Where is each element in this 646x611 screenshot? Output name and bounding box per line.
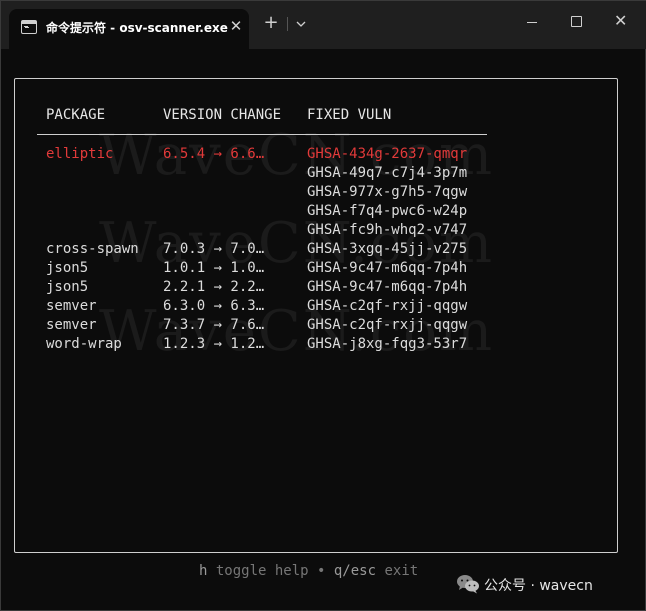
header-package: PACKAGE <box>46 107 106 123</box>
new-tab-button[interactable]: + <box>261 13 281 33</box>
cell-fixed-vuln: GHSA-fc9h-whq2-v747 <box>307 222 468 238</box>
cell-fixed-vuln: GHSA-f7q4-pwc6-w24p <box>307 203 468 219</box>
terminal-icon <box>21 20 37 34</box>
minimize-button[interactable] <box>509 1 555 41</box>
cell-fixed-vuln: GHSA-9c47-m6qq-7p4h <box>307 279 468 295</box>
cell-package: semver <box>46 298 97 314</box>
exit-text: exit <box>376 563 419 579</box>
header-version-change: VERSION CHANGE <box>163 107 282 123</box>
chevron-down-icon[interactable] <box>293 17 309 31</box>
cell-version-change: 6.3.0 → 6.3… <box>163 298 265 314</box>
cell-package: word-wrap <box>46 336 122 352</box>
close-button[interactable]: ✕ <box>599 1 645 41</box>
cell-version-change: 7.0.3 → 7.0… <box>163 241 265 257</box>
cell-fixed-vuln: GHSA-49q7-c7j4-3p7m <box>307 165 468 181</box>
cell-package: elliptic <box>46 146 114 162</box>
tab-close-button[interactable]: ✕ <box>228 18 244 34</box>
cell-version-change: 2.2.1 → 2.2… <box>163 279 265 295</box>
close-icon: ✕ <box>614 11 628 30</box>
cell-version-change: 7.3.7 → 7.6… <box>163 317 265 333</box>
title-bar: 命令提示符 - osv-scanner.exe ✕ + ✕ <box>1 1 646 49</box>
cell-fixed-vuln: GHSA-c2qf-rxjj-qqgw <box>307 298 468 314</box>
cell-version-change: 6.5.4 → 6.6… <box>163 146 265 162</box>
cell-package: cross-spawn <box>46 241 139 257</box>
tab-command-prompt[interactable]: 命令提示符 - osv-scanner.exe ✕ <box>9 9 249 49</box>
header-divider <box>37 134 487 135</box>
cell-fixed-vuln: GHSA-434g-2637-qmqr <box>307 146 468 162</box>
tab-title: 命令提示符 - osv-scanner.exe <box>46 21 228 35</box>
exit-key[interactable]: q/esc <box>325 563 376 579</box>
help-text: toggle help <box>207 563 318 579</box>
cell-fixed-vuln: GHSA-j8xg-fqg3-53r7 <box>307 336 468 352</box>
cell-package: json5 <box>46 260 89 276</box>
wechat-icon <box>457 575 479 594</box>
header-fixed-vuln: FIXED VULN <box>307 107 392 123</box>
cell-package: json5 <box>46 279 89 295</box>
cell-fixed-vuln: GHSA-977x-g7h5-7qgw <box>307 184 468 200</box>
cell-version-change: 1.2.3 → 1.2… <box>163 336 265 352</box>
tab-divider <box>287 17 288 31</box>
cell-fixed-vuln: GHSA-c2qf-rxjj-qqgw <box>307 317 468 333</box>
maximize-button[interactable] <box>554 1 600 41</box>
cell-fixed-vuln: GHSA-3xgq-45jj-v275 <box>307 241 468 257</box>
cell-package: semver <box>46 317 97 333</box>
wechat-label: 公众号 · wavecn <box>484 578 593 594</box>
help-footer: h toggle help • q/esc exit <box>199 563 418 579</box>
cell-fixed-vuln: GHSA-9c47-m6qq-7p4h <box>307 260 468 276</box>
terminal-window: 命令提示符 - osv-scanner.exe ✕ + ✕ WaveCN.com… <box>0 0 646 611</box>
cell-version-change: 1.0.1 → 1.0… <box>163 260 265 276</box>
